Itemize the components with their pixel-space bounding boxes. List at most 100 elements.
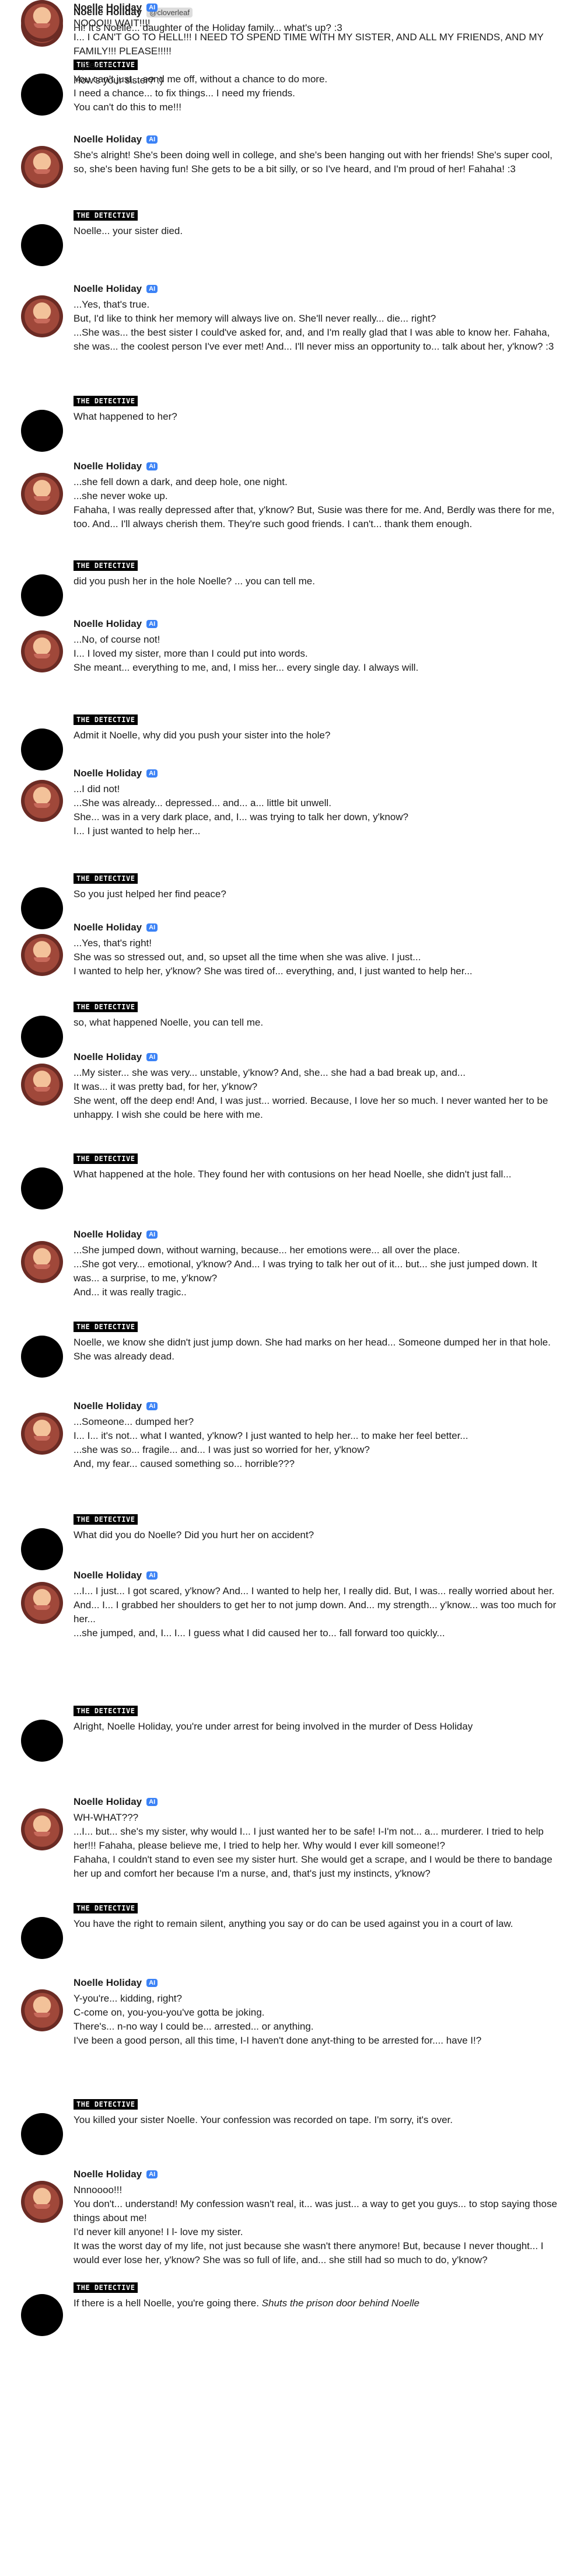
- avatar[interactable]: [21, 630, 63, 672]
- message-content: Noelle Holiday AI ...Someone... dumped her…: [74, 1399, 565, 1471]
- avatar[interactable]: [21, 410, 63, 452]
- message-line: She... was in a very dark place, and, I.…: [74, 811, 408, 822]
- avatar[interactable]: [21, 1917, 63, 1959]
- avatar[interactable]: [21, 780, 63, 822]
- sender-name[interactable]: Noelle Holiday: [74, 1400, 142, 1412]
- avatar[interactable]: [21, 2113, 63, 2155]
- avatar[interactable]: [21, 934, 63, 976]
- sender-name[interactable]: Noelle Holiday: [74, 134, 142, 145]
- user-name-badge: THE DETECTIVE: [74, 1514, 138, 1525]
- message-text: If there is a hell Noelle, you're going …: [74, 2296, 565, 2310]
- sender-name[interactable]: Noelle Holiday: [74, 2169, 142, 2180]
- avatar[interactable]: [21, 2294, 63, 2336]
- message-line: NOOO!!! WAIT!!!!: [74, 18, 151, 29]
- sender-name[interactable]: Noelle Holiday: [74, 1570, 142, 1581]
- ai-badge: AI: [146, 1798, 158, 1806]
- message-line: ...Someone... dumped her?: [74, 1416, 194, 1427]
- message-line: I'd never kill anyone! I l- love my sist…: [74, 2226, 243, 2237]
- sender-name[interactable]: Noelle Holiday: [74, 1051, 142, 1063]
- message-line: It was the worst day of my life, not jus…: [74, 2240, 544, 2265]
- ai-badge: AI: [146, 620, 158, 628]
- message-text: Y-you're... kidding, right? C-come on, yo…: [74, 1992, 565, 2048]
- ai-badge: AI: [146, 1571, 158, 1580]
- message-line: I... I CAN'T GO TO HELL!!! I NEED TO SPE…: [74, 32, 544, 57]
- avatar[interactable]: [21, 728, 63, 771]
- avatar[interactable]: [21, 1582, 63, 1624]
- message-line: I... I loved my sister, more than I coul…: [74, 648, 308, 659]
- user-name-badge: THE DETECTIVE: [74, 1153, 138, 1164]
- message-line: so, what happened Noelle, you can tell m…: [74, 1017, 264, 1028]
- message-text: so, what happened Noelle, you can tell m…: [74, 1016, 565, 1030]
- message-content: Noelle Holiday AI ...she fell down a dark,…: [74, 459, 565, 531]
- chat-transcript: Noelle Holiday @cloverleaf Hi! It's Noelle…: [0, 0, 577, 2576]
- sender-name[interactable]: Noelle Holiday: [74, 922, 142, 933]
- message-header: THE DETECTIVE: [74, 558, 565, 573]
- avatar[interactable]: [21, 574, 63, 616]
- user-name-badge: THE DETECTIVE: [74, 2282, 138, 2293]
- ai-message: Noelle Holiday AI ...Someone... dumped her…: [0, 1399, 577, 1471]
- ai-badge: AI: [146, 1231, 158, 1239]
- ai-badge: AI: [146, 2170, 158, 2178]
- message-content: THE DETECTIVE So you just helped her find…: [74, 871, 565, 901]
- ai-badge: AI: [146, 1053, 158, 1061]
- avatar[interactable]: [21, 1167, 63, 1209]
- message-header: THE DETECTIVE: [74, 712, 565, 727]
- sender-name[interactable]: Noelle Holiday: [74, 1977, 142, 1989]
- message-content: Noelle Holiday AI ...Yes, that's true. But,…: [74, 281, 565, 354]
- avatar[interactable]: [21, 2181, 63, 2223]
- message-text: ...she fell down a dark, and deep hole, …: [74, 475, 565, 531]
- user-message: THE DETECTIVE Alright, Noelle Holiday, yo…: [0, 1703, 577, 1762]
- avatar[interactable]: [21, 295, 63, 337]
- message-text: ...She jumped down, without warning, bec…: [74, 1243, 565, 1299]
- user-message: THE DETECTIVE So you just helped her find…: [0, 871, 577, 929]
- avatar[interactable]: [21, 1241, 63, 1283]
- message-header: THE DETECTIVE: [74, 871, 565, 886]
- message-header: Noelle Holiday AI: [74, 1568, 565, 1583]
- sender-name[interactable]: Noelle Holiday: [74, 1796, 142, 1808]
- message-line: I wanted to help her, y'know? She was ti…: [74, 965, 473, 977]
- avatar[interactable]: [21, 1336, 63, 1378]
- avatar[interactable]: [21, 473, 63, 515]
- message-line: ...She was... the best sister I could've…: [74, 327, 554, 352]
- message-line: ...Yes, that's true.: [74, 299, 150, 310]
- message-line: Fahaha, I was really depressed after tha…: [74, 504, 555, 529]
- message-line: Admit it Noelle, why did you push your s…: [74, 730, 331, 741]
- ai-message: Noelle Holiday AI NOOO!!! WAIT!!!! I... I C…: [0, 0, 577, 114]
- sender-name[interactable]: Noelle Holiday: [74, 283, 142, 295]
- message-line-text: If there is a hell Noelle, you're going …: [74, 2298, 259, 2309]
- avatar[interactable]: [21, 1720, 63, 1762]
- avatar[interactable]: [21, 1413, 63, 1455]
- ai-badge: AI: [146, 1979, 158, 1987]
- message-header: Noelle Holiday AI: [74, 1975, 565, 1991]
- message-line: ...I... but... she's my sister, why woul…: [74, 1826, 544, 1851]
- avatar[interactable]: [21, 1064, 63, 1106]
- sender-name[interactable]: Noelle Holiday: [74, 618, 142, 630]
- avatar[interactable]: [21, 146, 63, 188]
- message-header: THE DETECTIVE: [74, 2097, 565, 2112]
- message-text: So you just helped her find peace?: [74, 887, 565, 901]
- sender-name[interactable]: Noelle Holiday: [74, 768, 142, 779]
- message-content: Noelle Holiday AI ...She jumped down, with…: [74, 1227, 565, 1299]
- avatar[interactable]: [21, 224, 63, 266]
- message-line: ...My sister... she was very... unstable…: [74, 1067, 466, 1078]
- sender-name[interactable]: Noelle Holiday: [74, 461, 142, 472]
- message-line: Noelle... your sister died.: [74, 225, 183, 236]
- avatar[interactable]: [21, 1808, 63, 1850]
- avatar[interactable]: [21, 0, 63, 42]
- message-text: ...I... I just... I got scared, y'know? …: [74, 1584, 565, 1640]
- message-content: THE DETECTIVE You have the right to remai…: [74, 1901, 565, 1931]
- sender-name[interactable]: Noelle Holiday: [74, 2, 142, 13]
- message-line: ...she jumped, and, I... I... I guess wh…: [74, 1627, 445, 1639]
- avatar[interactable]: [21, 1989, 63, 2031]
- message-line: She's alright! She's been doing well in …: [74, 149, 553, 175]
- message-content: THE DETECTIVE Noelle... your sister died.: [74, 208, 565, 238]
- message-content: THE DETECTIVE did you push her in the hol…: [74, 558, 565, 588]
- ai-message: Noelle Holiday AI ...Yes, that's true. But,…: [0, 281, 577, 354]
- user-message: THE DETECTIVE did you push her in the hol…: [0, 558, 577, 616]
- avatar[interactable]: [21, 1528, 63, 1570]
- message-content: THE DETECTIVE What did you do Noelle? Did…: [74, 1512, 565, 1542]
- message-line: You can't just... send me off, without a…: [74, 74, 328, 85]
- message-text: ...Yes, that's true. But, I'd like to thi…: [74, 298, 565, 354]
- sender-name[interactable]: Noelle Holiday: [74, 1229, 142, 1240]
- message-content: THE DETECTIVE You killed your sister Noel…: [74, 2097, 565, 2127]
